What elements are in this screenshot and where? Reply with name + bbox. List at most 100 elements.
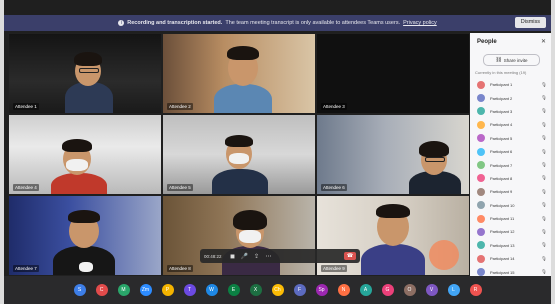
dock-app-icon[interactable]: E — [227, 284, 240, 296]
participant-name: Participant 6 — [490, 149, 513, 155]
dock-app-icon[interactable]: Sp — [315, 284, 328, 296]
privacy-policy-link[interactable]: Privacy policy — [403, 20, 437, 26]
video-tile[interactable]: Attendee 5 — [162, 114, 316, 195]
participant-name: Participant 2 — [490, 95, 513, 101]
participant-list: Participant 1 🎙 Participant 2 🎙 Participant … — [470, 78, 551, 292]
participant-name: Participant 15 — [490, 269, 515, 275]
desk-fan — [429, 240, 459, 270]
video-tile[interactable]: Attendee 7 — [8, 195, 162, 276]
video-grid: Attendee 1 Attendee 2 Attendee 3 Attende… — [8, 33, 470, 276]
participant-name: Participant 3 — [490, 108, 513, 114]
section-header: Currently in this meeting (19) — [475, 70, 527, 75]
more-options-icon[interactable]: ⋯ — [263, 253, 275, 260]
participant-video — [49, 204, 119, 275]
dock-app-icon[interactable]: M — [117, 284, 130, 296]
share-invite-button[interactable]: ⛓ Share invite — [483, 54, 540, 66]
dock-app-icon[interactable]: R — [469, 284, 482, 296]
avatar — [477, 107, 485, 116]
mic-icon: 🎙 — [541, 175, 547, 181]
call-timer: 00:48:22 — [204, 253, 222, 259]
dock-app-icon[interactable]: Ch — [271, 284, 284, 296]
mic-icon: 🎙 — [541, 269, 547, 275]
participant-row[interactable]: Participant 1 🎙 — [470, 78, 551, 91]
mic-toggle-icon[interactable]: 🎤 — [239, 253, 251, 260]
dock-app-icon[interactable]: W — [205, 284, 218, 296]
avatar — [477, 227, 485, 236]
participant-name: Participant 4 — [490, 122, 513, 128]
banner-title: Recording and transcription started. — [127, 20, 223, 26]
avatar — [477, 254, 485, 263]
meeting-window: i Recording and transcription started. T… — [4, 0, 551, 304]
video-tile[interactable]: Attendee 4 — [8, 114, 162, 195]
camera-toggle-icon[interactable]: ◼ — [227, 253, 239, 260]
mic-icon: 🎙 — [541, 215, 547, 221]
participant-row[interactable]: Participant 12 🎙 — [470, 225, 551, 238]
recording-banner: i Recording and transcription started. T… — [4, 15, 551, 31]
video-tile[interactable]: Attendee 9 — [316, 195, 470, 276]
participant-name: Participant 5 — [490, 135, 513, 141]
participant-name: Participant 14 — [490, 256, 515, 262]
mic-icon: 🎙 — [541, 242, 547, 248]
video-tile[interactable]: Attendee 8 — [162, 195, 316, 276]
dock-app-icon[interactable]: F — [293, 284, 306, 296]
dock-app-icon[interactable]: T — [183, 284, 196, 296]
dock-app-icon[interactable]: S — [73, 284, 86, 296]
participant-row[interactable]: Participant 8 🎙 — [470, 172, 551, 185]
participant-row[interactable]: Participant 4 🎙 — [470, 118, 551, 131]
participant-name-tag: Attendee 9 — [321, 265, 347, 272]
mic-icon: 🎙 — [541, 202, 547, 208]
dismiss-button[interactable]: Dismiss — [514, 17, 546, 28]
panel-title: People — [477, 39, 497, 45]
participant-name: Participant 12 — [490, 229, 515, 235]
participant-row[interactable]: Participant 6 🎙 — [470, 145, 551, 158]
participant-row[interactable]: Participant 2 🎙 — [470, 91, 551, 104]
participant-row[interactable]: Participant 10 🎙 — [470, 199, 551, 212]
participant-row[interactable]: Participant 14 🎙 — [470, 252, 551, 265]
avatar — [477, 187, 485, 196]
taskbar-dock: S C M Zm P T W E X Ch F Sp N A G O V L R — [4, 276, 551, 304]
participant-name: Participant 10 — [490, 202, 515, 208]
participant-row[interactable]: Participant 9 🎙 — [470, 185, 551, 198]
dock-app-icon[interactable]: Zm — [139, 284, 152, 296]
dock-app-icon[interactable]: V — [425, 284, 438, 296]
dock-app-icon[interactable]: G — [381, 284, 394, 296]
avatar — [477, 174, 485, 183]
mic-icon: 🎙 — [541, 135, 547, 141]
participant-row[interactable]: Participant 11 🎙 — [470, 212, 551, 225]
video-tile[interactable]: Attendee 3 — [316, 33, 470, 114]
participant-row[interactable]: Participant 7 🎙 — [470, 158, 551, 171]
video-tile[interactable]: Attendee 2 — [162, 33, 316, 114]
participant-video — [59, 44, 119, 113]
dock-app-icon[interactable]: O — [403, 284, 416, 296]
dock-app-icon[interactable]: X — [249, 284, 262, 296]
mic-icon: 🎙 — [541, 255, 547, 261]
dock-app-icon[interactable]: N — [337, 284, 350, 296]
video-tile[interactable]: Attendee 6 — [316, 114, 470, 195]
participant-row[interactable]: Participant 3 🎙 — [470, 105, 551, 118]
leave-call-button[interactable]: ☎ — [344, 252, 356, 260]
dock-app-icon[interactable]: C — [95, 284, 108, 296]
participant-row[interactable]: Participant 5 🎙 — [470, 132, 551, 145]
info-icon: i — [118, 20, 125, 26]
participant-name-tag: Attendee 6 — [321, 184, 347, 191]
share-screen-icon[interactable]: ⇪ — [251, 253, 263, 260]
avatar — [477, 241, 485, 250]
mic-icon: 🎙 — [541, 162, 547, 168]
mic-icon: 🎙 — [541, 188, 547, 194]
participant-video — [208, 129, 272, 194]
close-icon[interactable]: ✕ — [541, 38, 546, 45]
avatar — [477, 80, 485, 89]
video-tile[interactable]: Attendee 1 — [8, 33, 162, 114]
avatar — [477, 94, 485, 103]
dock-app-icon[interactable]: L — [447, 284, 460, 296]
dock-app-icon[interactable]: A — [359, 284, 372, 296]
avatar — [477, 147, 485, 156]
avatar — [477, 268, 485, 277]
participant-name-tag: Attendee 7 — [13, 265, 39, 272]
participant-row[interactable]: Participant 13 🎙 — [470, 239, 551, 252]
call-controls: 00:48:22 ◼ 🎤 ⇪ ⋯ ☎ — [200, 249, 360, 263]
participant-name-tag: Attendee 5 — [167, 184, 193, 191]
participant-name-tag: Attendee 2 — [167, 103, 193, 110]
people-panel: People ✕ ⛓ Share invite Currently in thi… — [470, 33, 551, 290]
dock-app-icon[interactable]: P — [161, 284, 174, 296]
